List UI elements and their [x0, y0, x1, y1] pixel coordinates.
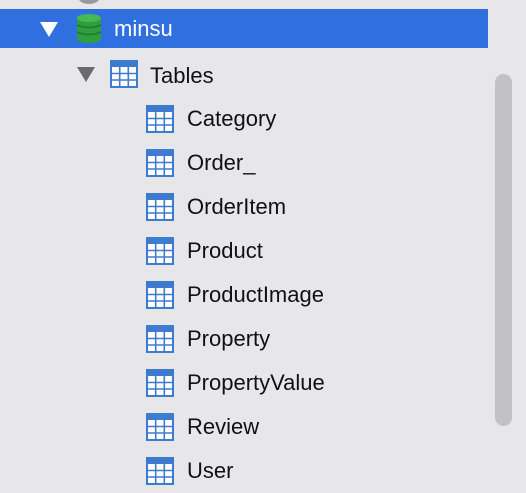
table-row[interactable]: PropertyValue	[0, 361, 488, 405]
table-icon	[146, 369, 174, 397]
scrollbar-thumb[interactable]	[495, 74, 512, 426]
tree-row-database[interactable]: minsu	[0, 9, 488, 48]
table-icon	[146, 105, 174, 133]
database-name: minsu	[114, 16, 173, 41]
table-name: Property	[187, 326, 271, 351]
table-row[interactable]: Review	[0, 405, 488, 449]
table-name: Category	[187, 106, 277, 131]
table-row[interactable]: User	[0, 449, 488, 493]
table-icon	[146, 281, 174, 309]
table-icon	[110, 60, 138, 88]
previous-item-icon	[78, 0, 100, 4]
disclosure-triangle-icon[interactable]	[77, 67, 95, 82]
table-row[interactable]: Category	[0, 97, 488, 141]
table-row[interactable]: Product	[0, 229, 488, 273]
tree-row-tables-group[interactable]: Tables	[0, 53, 488, 97]
table-name: User	[187, 458, 234, 483]
table-name: Order_	[187, 150, 256, 175]
table-name: OrderItem	[187, 194, 287, 219]
table-name: Product	[187, 238, 263, 263]
database-icon	[76, 14, 102, 43]
disclosure-triangle-icon[interactable]	[40, 22, 58, 37]
table-row[interactable]: Property	[0, 317, 488, 361]
table-icon	[146, 193, 174, 221]
table-name: PropertyValue	[187, 370, 325, 395]
table-name: ProductImage	[187, 282, 324, 307]
table-name: Review	[187, 414, 260, 439]
tables-group-label: Tables	[150, 63, 214, 88]
table-icon	[146, 237, 174, 265]
table-row[interactable]: OrderItem	[0, 185, 488, 229]
table-row[interactable]: Order_	[0, 141, 488, 185]
table-icon	[146, 413, 174, 441]
table-icon	[146, 325, 174, 353]
table-icon	[146, 457, 174, 485]
table-icon	[146, 149, 174, 177]
table-row[interactable]: ProductImage	[0, 273, 488, 317]
schema-tree-sidebar: minsu Tables Category Order_ OrderItem Prod…	[0, 0, 526, 492]
